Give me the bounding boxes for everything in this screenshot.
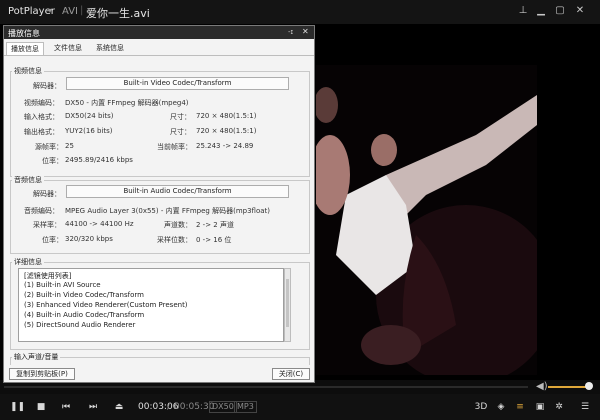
audio-bitrate-value: 320/320 kbps — [65, 235, 113, 243]
tab-playback-info[interactable]: 播放信息 — [6, 42, 44, 55]
pin-icon[interactable]: ⊥ — [516, 4, 530, 18]
close-icon[interactable]: ✕ — [573, 4, 587, 18]
audio-codec-badge: MP3 — [234, 401, 257, 413]
seek-track[interactable] — [4, 386, 528, 388]
dialog-title: 播放信息 — [8, 29, 40, 38]
current-time: 00:03:06 — [138, 402, 179, 412]
next-icon[interactable]: ⏭ — [86, 401, 100, 413]
tab-file-info[interactable]: 文件信息 — [50, 42, 86, 54]
audio-codec-value: MPEG Audio Layer 3(0x55) - 内置 FFmpeg 解码器… — [65, 207, 271, 215]
dialog-title-bar[interactable]: 播放信息 -ɪ ✕ — [4, 26, 314, 39]
current-fps-label: 当前帧率： — [157, 143, 192, 151]
stop-icon[interactable]: ■ — [34, 401, 48, 413]
gear-icon[interactable]: ✲ — [552, 401, 566, 413]
previous-icon[interactable]: ⏮ — [59, 401, 73, 413]
audio-decoder-label: 解码器： — [33, 190, 61, 198]
output-format-label: 输出格式： — [24, 128, 59, 136]
sample-bits-value: 0 -> 16 位 — [196, 236, 232, 244]
title-bar: PotPlayer ▾ AVI | 爱你一生.avi ⊥ ▁ ▢ ✕ — [0, 0, 600, 24]
samplerate-label: 采样率： — [33, 221, 61, 229]
current-fps-value: 25.243 -> 24.89 — [196, 142, 254, 150]
3d-icon[interactable]: 3D — [474, 401, 488, 413]
format-label: AVI — [62, 6, 78, 17]
eject-icon[interactable]: ⏏ — [112, 401, 126, 413]
control-bar: ❚❚ ■ ⏮ ⏭ ⏏ 00:03:06 / 00:05:30 DX50 MP3 … — [0, 394, 600, 420]
input-volume-title: 输入声道/音量 — [12, 352, 61, 362]
video-bitrate-value: 2495.89/2416 kbps — [65, 156, 133, 164]
vr-icon[interactable]: ◈ — [494, 401, 508, 413]
time-separator: / — [167, 402, 171, 412]
audio-decoder-button[interactable]: Built-in Audio Codec/Transform — [66, 185, 289, 198]
video-codec-label: 视频编码： — [24, 99, 59, 107]
video-decoder-button[interactable]: Built-in Video Codec/Transform — [66, 77, 289, 90]
input-format-value: DX50(24 bits) — [65, 112, 114, 120]
channels-value: 2 -> 2 声道 — [196, 221, 234, 229]
fps-value: 25 — [65, 142, 74, 150]
video-codec-value: DX50 - 内置 FFmpeg 解码器(mpeg4) — [65, 99, 189, 107]
sample-bits-label: 采样位数： — [157, 236, 192, 244]
tab-strip: 播放信息 文件信息 系统信息 — [4, 40, 314, 56]
play-icon[interactable]: ❚❚ — [10, 401, 25, 413]
list-item: (1) Built-in AVI Source — [24, 281, 101, 289]
input-size-label: 尺寸： — [170, 113, 191, 121]
close-icon[interactable]: ✕ — [302, 27, 309, 36]
output-size-value: 720 × 480(1.5:1) — [196, 127, 257, 135]
video-info-title: 视频信息 — [12, 66, 44, 76]
video-frame[interactable] — [316, 65, 537, 375]
file-title: 爱你一生.avi — [86, 7, 150, 20]
video-codec-badge: DX50 — [209, 401, 237, 413]
maximize-icon[interactable]: ▢ — [553, 4, 567, 18]
volume-icon[interactable]: ◀) — [536, 381, 548, 392]
audio-info-title: 音频信息 — [12, 175, 44, 185]
list-item: (4) Built-in Audio Codec/Transform — [24, 311, 145, 319]
audio-bitrate-label: 位率： — [42, 236, 63, 244]
video-bitrate-label: 位率： — [42, 157, 63, 165]
input-format-label: 输入格式： — [24, 113, 59, 121]
input-size-value: 720 × 480(1.5:1) — [196, 112, 257, 120]
list-scrollbar[interactable] — [284, 268, 291, 342]
output-size-label: 尺寸： — [170, 128, 191, 136]
playlist-icon[interactable]: ≡ — [513, 401, 527, 413]
copy-to-clipboard-button[interactable]: 复制到剪贴板(P) — [9, 368, 75, 380]
volume-slider[interactable] — [548, 386, 590, 388]
audio-codec-label: 音频编码： — [24, 207, 59, 215]
pin-icon[interactable]: -ɪ — [288, 28, 293, 36]
tab-system-info[interactable]: 系统信息 — [92, 42, 128, 54]
title-separator: | — [80, 5, 84, 16]
video-decoder-label: 解码器： — [33, 82, 61, 90]
scrollbar-thumb[interactable] — [286, 279, 289, 327]
list-item: (3) Enhanced Video Renderer(Custom Prese… — [24, 301, 188, 309]
fps-label: 源帧率： — [35, 143, 63, 151]
channels-label: 声道数： — [164, 221, 192, 229]
chevron-down-icon[interactable]: ▾ — [48, 6, 52, 15]
close-button[interactable]: 关闭(C) — [272, 368, 310, 380]
detail-info-title: 详细信息 — [12, 257, 44, 267]
volume-slider-handle[interactable] — [585, 382, 593, 390]
output-format-value: YUY2(16 bits) — [65, 127, 113, 135]
samplerate-value: 44100 -> 44100 Hz — [65, 220, 134, 228]
menu-icon[interactable]: ☰ — [578, 401, 592, 413]
filter-list[interactable]: [滤镜使用列表] (1) Built-in AVI Source (2) Bui… — [18, 268, 284, 342]
list-item: (5) DirectSound Audio Renderer — [24, 321, 136, 329]
list-item: (2) Built-in Video Codec/Transform — [24, 291, 144, 299]
list-item: [滤镜使用列表] — [24, 272, 72, 280]
playback-info-dialog: 播放信息 -ɪ ✕ 播放信息 文件信息 系统信息 视频信息 解码器： Built… — [3, 25, 315, 383]
minimize-button[interactable]: ▁ — [534, 4, 548, 18]
capture-icon[interactable]: ▣ — [533, 401, 547, 413]
